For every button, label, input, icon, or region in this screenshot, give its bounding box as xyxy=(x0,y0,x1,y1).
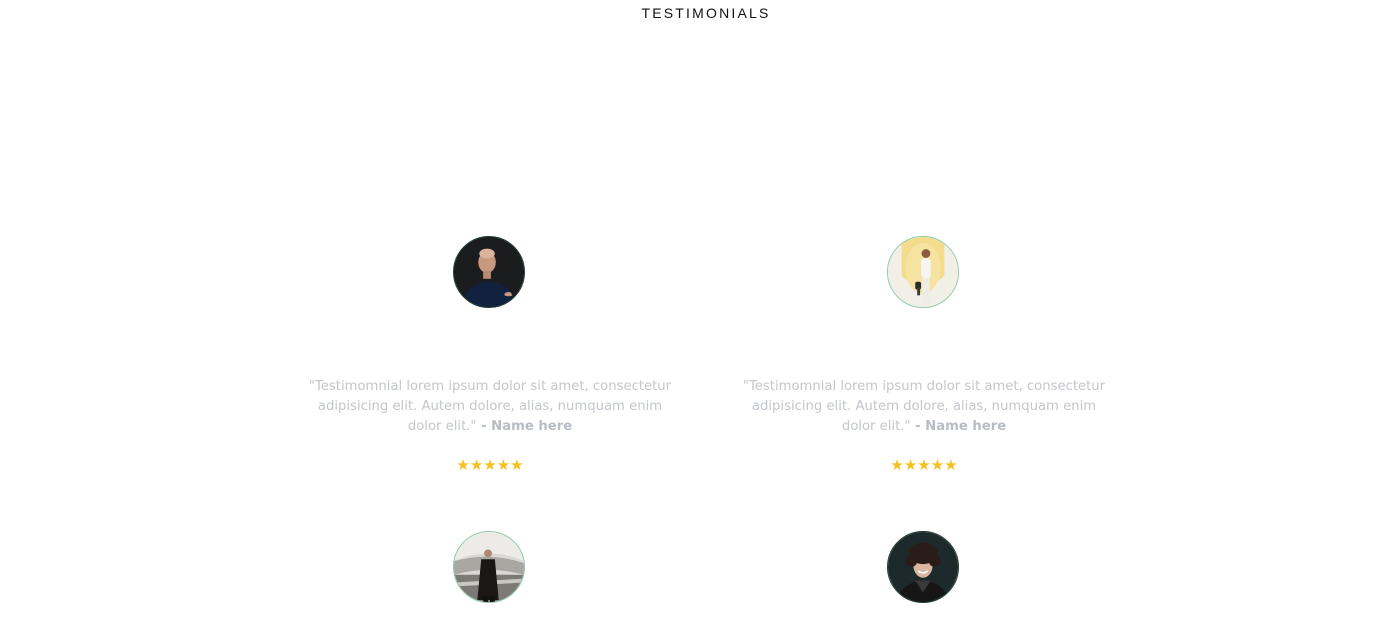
quote-separator: - xyxy=(910,419,926,434)
avatar-4 xyxy=(887,531,959,603)
avatar-2 xyxy=(887,236,959,308)
section-title: TESTIMONIALS xyxy=(641,5,771,21)
author-name: Name here xyxy=(491,419,573,434)
rating-stars-2: ★★★★★ xyxy=(890,456,958,474)
testimonial-quote-2: "Testimomnial lorem ipsum dolor sit amet… xyxy=(734,377,1114,437)
person-standing-yellow-bg-icon xyxy=(888,237,958,307)
quote-separator: - xyxy=(476,419,492,434)
testimonial-quote-1: "Testimomnial lorem ipsum dolor sit amet… xyxy=(300,377,680,437)
avatar-3 xyxy=(453,531,525,603)
author-name: Name here xyxy=(925,419,1007,434)
person-dark-coat-building-icon xyxy=(454,532,524,602)
avatar-1 xyxy=(453,236,525,308)
person-bald-dark-shirt-icon xyxy=(454,237,524,307)
testimonials-page: TESTIMONIALS "Testimomnial lorem ipsum d… xyxy=(0,0,1400,642)
person-curly-hair-dark-bg-icon xyxy=(888,532,958,602)
rating-stars-1: ★★★★★ xyxy=(456,456,524,474)
